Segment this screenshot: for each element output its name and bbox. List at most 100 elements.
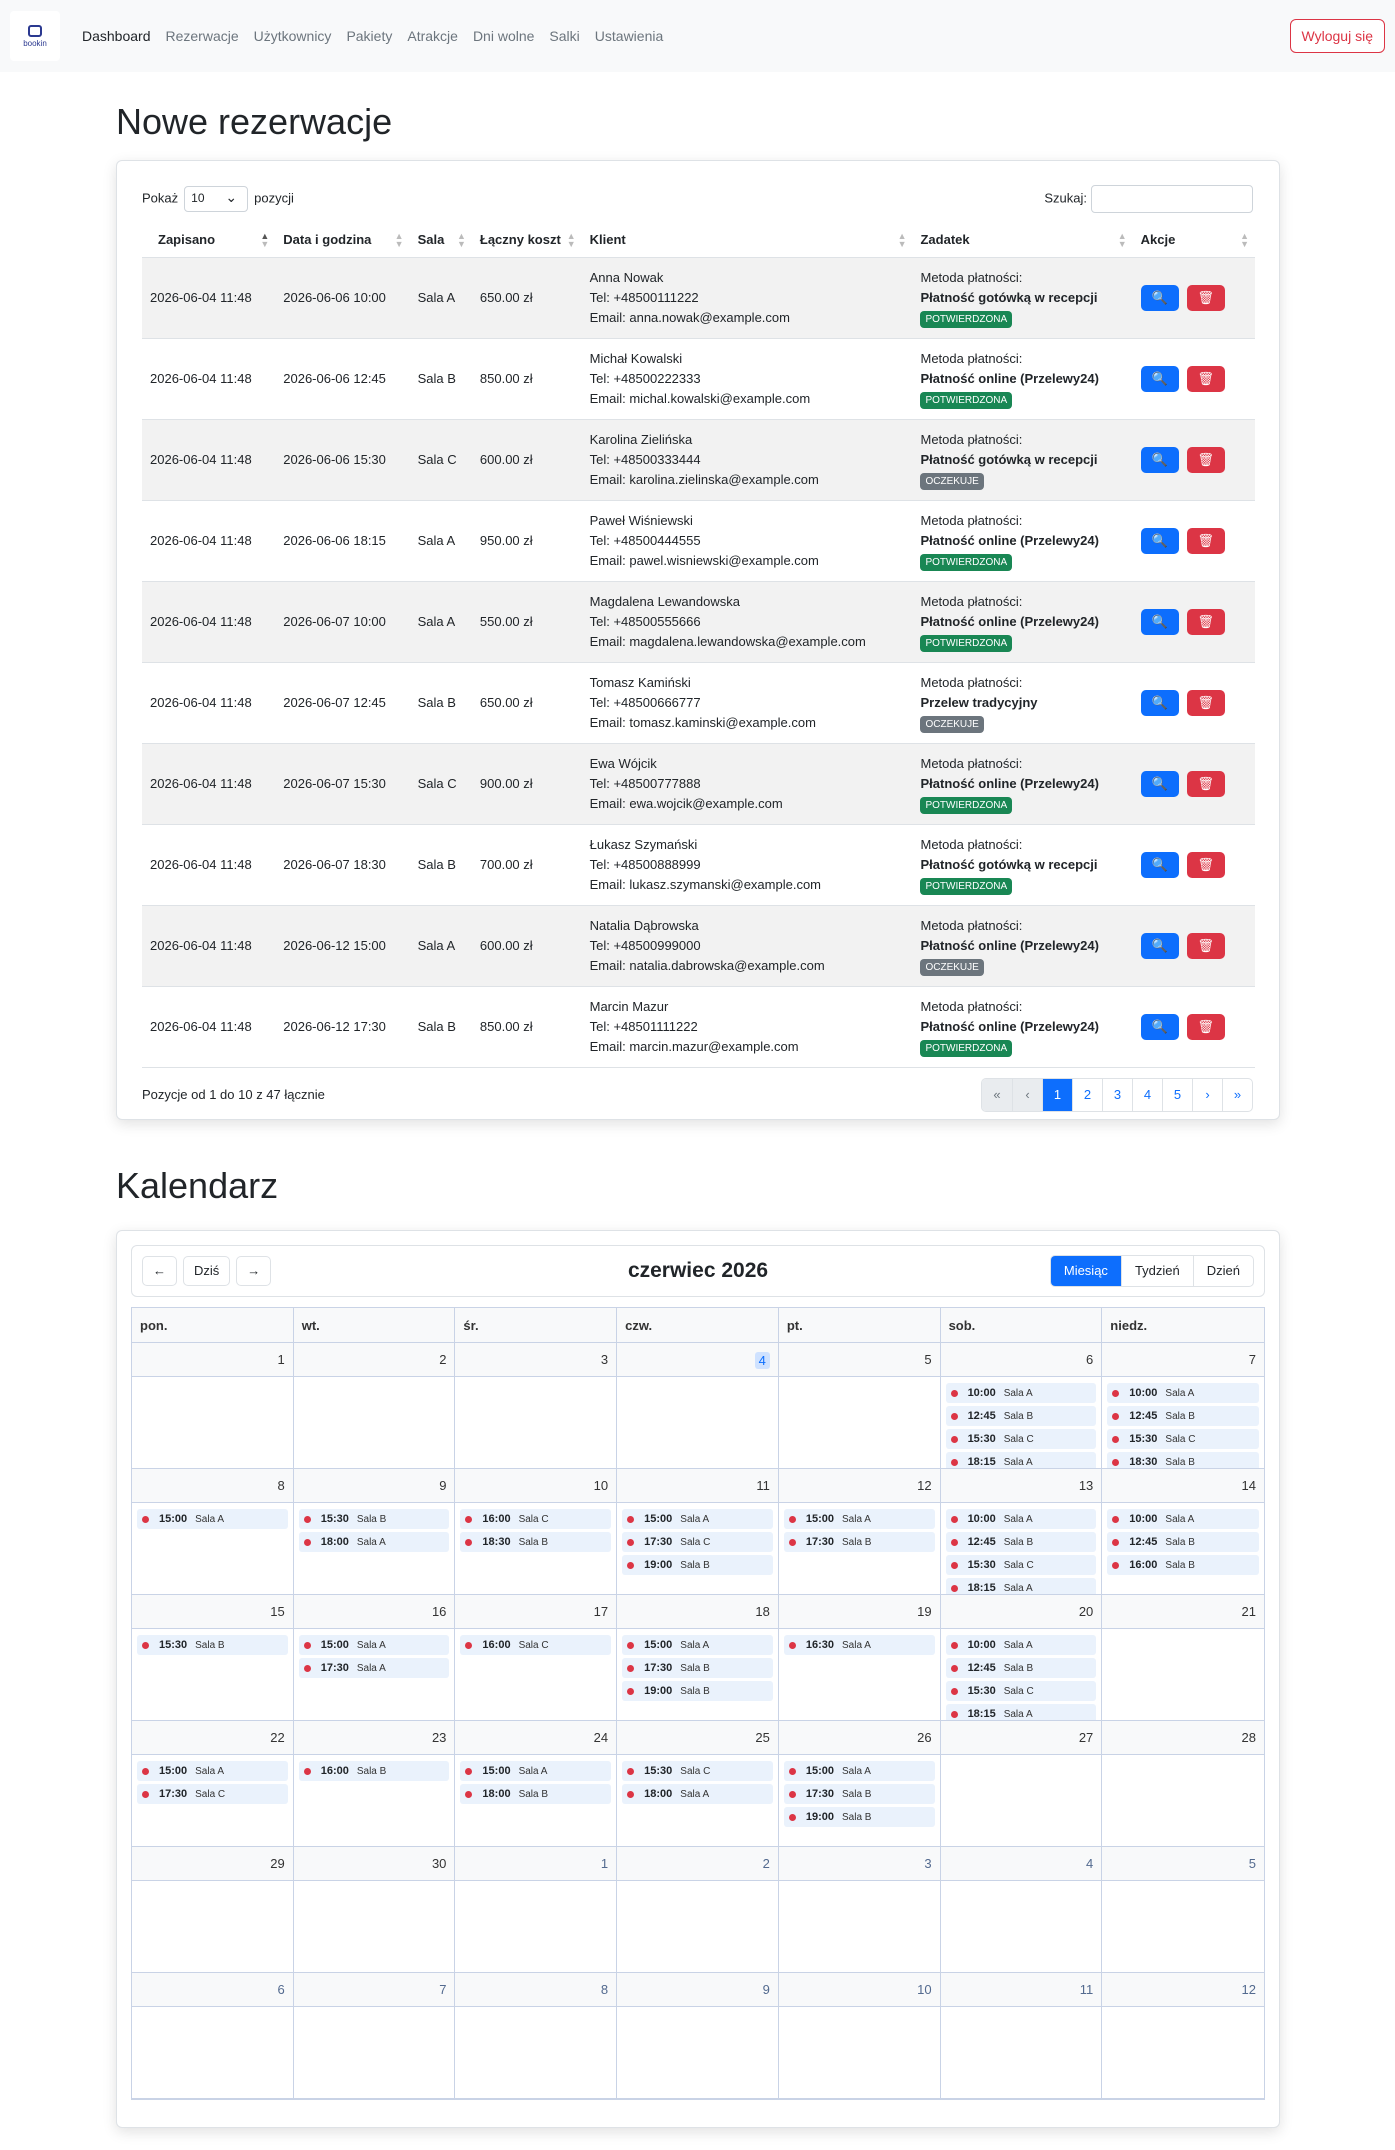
event[interactable]: 10:00 Sala A (1107, 1509, 1259, 1529)
event[interactable]: 12:45 Sala B (945, 1658, 1097, 1678)
event[interactable]: 17:30 Sala A (298, 1658, 450, 1678)
delete-button[interactable]: 🗑 (1186, 851, 1225, 878)
day-cell[interactable]: 19 16:30 Sala A (778, 1595, 941, 1721)
event[interactable]: 15:00 Sala A (298, 1635, 450, 1655)
delete-button[interactable]: 🗑 (1186, 527, 1225, 554)
prev-month-button[interactable]: ← (142, 1256, 177, 1286)
event[interactable]: 15:30 Sala B (137, 1635, 288, 1655)
event[interactable]: 15:30 Sala C (1107, 1429, 1259, 1449)
view-button[interactable]: 🔍 (1140, 446, 1179, 473)
event[interactable]: 16:00 Sala B (298, 1761, 450, 1781)
day-cell[interactable]: 4 (940, 1847, 1103, 1973)
nav-item-5[interactable]: Dni wolne (473, 28, 534, 44)
event[interactable]: 19:00 Sala B (783, 1807, 935, 1827)
event[interactable]: 18:15 Sala A (945, 1704, 1097, 1720)
day-cell[interactable]: 8 (455, 1973, 618, 2099)
day-cell[interactable]: 13 10:00 Sala A 12:45 Sala B 15:30 Sala C 18:15… (940, 1469, 1103, 1595)
event[interactable]: 12:45 Sala B (945, 1406, 1097, 1426)
page-size-select[interactable]: 10 (184, 186, 249, 212)
nav-item-3[interactable]: Pakiety (346, 28, 392, 44)
view-button[interactable]: 🔍 (1140, 770, 1179, 797)
page-link[interactable]: 2 (1072, 1078, 1102, 1111)
delete-button[interactable]: 🗑 (1186, 770, 1225, 797)
page-link[interactable]: » (1222, 1078, 1252, 1111)
event[interactable]: 17:30 Sala C (622, 1532, 773, 1552)
event[interactable]: 19:00 Sala B (622, 1681, 773, 1701)
column-header[interactable]: Łączny koszt ▲ ▼ (471, 223, 582, 258)
page-link[interactable]: 3 (1102, 1078, 1132, 1111)
event[interactable]: 19:00 Sala B (622, 1555, 773, 1575)
nav-item-4[interactable]: Atrakcje (407, 28, 458, 44)
day-cell[interactable]: 1 (455, 1847, 618, 1973)
day-cell[interactable]: 12 15:00 Sala A 17:30 Sala B (778, 1469, 941, 1595)
column-header[interactable]: Akcje ▲ ▼ (1132, 223, 1255, 258)
column-header[interactable]: Zapisano ▲ ▼ (142, 223, 276, 258)
event[interactable]: 18:00 Sala B (460, 1784, 612, 1804)
view-button[interactable]: 🔍 (1140, 365, 1179, 392)
day-cell[interactable]: 21 (1102, 1595, 1264, 1721)
day-cell[interactable]: 18 15:00 Sala A 17:30 Sala B 19:00 Sala B (617, 1595, 779, 1721)
event[interactable]: 15:00 Sala A (137, 1761, 288, 1781)
event[interactable]: 17:30 Sala B (622, 1658, 773, 1678)
day-cell[interactable]: 6 10:00 Sala A 12:45 Sala B 15:30 Sala C 18:15 S… (940, 1343, 1103, 1469)
event[interactable]: 15:30 Sala B (298, 1509, 450, 1529)
event[interactable]: 10:00 Sala A (945, 1635, 1097, 1655)
view-button[interactable]: 🔍 (1140, 689, 1179, 716)
today-button[interactable]: Dziś (183, 1256, 231, 1286)
column-header[interactable]: Sala ▲ ▼ (409, 223, 472, 258)
day-cell[interactable]: 27 (940, 1721, 1103, 1847)
event[interactable]: 15:30 Sala C (622, 1761, 773, 1781)
day-cell[interactable]: 29 (132, 1847, 294, 1973)
search-input[interactable] (1091, 185, 1253, 213)
event[interactable]: 16:00 Sala C (460, 1509, 612, 1529)
day-cell[interactable]: 24 15:00 Sala A 18:00 Sala B (455, 1721, 618, 1847)
event[interactable]: 15:00 Sala A (137, 1509, 288, 1529)
day-cell[interactable]: 3 (455, 1343, 618, 1469)
column-header[interactable]: Zadatek ▲ ▼ (912, 223, 1133, 258)
delete-button[interactable]: 🗑 (1186, 284, 1225, 311)
view-button[interactable]: 🔍 (1140, 851, 1179, 878)
event[interactable]: 16:30 Sala A (783, 1635, 935, 1655)
day-cell[interactable]: 11 15:00 Sala A 17:30 Sala C 19:00 Sala B (617, 1469, 779, 1595)
event[interactable]: 16:00 Sala B (1107, 1555, 1259, 1575)
day-cell[interactable]: 9 15:30 Sala B 18:00 Sala A (293, 1469, 456, 1595)
event[interactable]: 18:30 Sala B (460, 1532, 612, 1552)
day-cell[interactable]: 15 15:30 Sala B (132, 1595, 294, 1721)
event[interactable]: 15:00 Sala A (622, 1635, 773, 1655)
event[interactable]: 17:30 Sala C (137, 1784, 288, 1804)
event[interactable]: 18:15 Sala A (945, 1578, 1097, 1594)
app-logo[interactable]: bookin (10, 11, 60, 61)
view-button[interactable]: 🔍 (1140, 1013, 1179, 1040)
event[interactable]: 12:45 Sala B (945, 1532, 1097, 1552)
column-header[interactable]: Data i godzina ▲ ▼ (275, 223, 410, 258)
day-cell[interactable]: 4 (617, 1343, 779, 1469)
event[interactable]: 18:30 Sala B (1107, 1452, 1259, 1468)
event[interactable]: 15:30 Sala C (945, 1555, 1097, 1575)
page-link[interactable]: 5 (1162, 1078, 1192, 1111)
day-cell[interactable]: 25 15:30 Sala C 18:00 Sala A (617, 1721, 779, 1847)
day-cell[interactable]: 7 (293, 1973, 456, 2099)
day-cell[interactable]: 12 (1102, 1973, 1264, 2099)
nav-item-7[interactable]: Ustawienia (595, 28, 663, 44)
day-cell[interactable]: 30 (293, 1847, 456, 1973)
delete-button[interactable]: 🗑 (1186, 932, 1225, 959)
event[interactable]: 15:30 Sala C (945, 1429, 1097, 1449)
event[interactable]: 15:00 Sala A (460, 1761, 612, 1781)
delete-button[interactable]: 🗑 (1186, 689, 1225, 716)
event[interactable]: 16:00 Sala C (460, 1635, 612, 1655)
day-cell[interactable]: 9 (617, 1973, 779, 2099)
column-header[interactable]: Klient ▲ ▼ (581, 223, 913, 258)
view-button[interactable]: 🔍 (1140, 932, 1179, 959)
day-cell[interactable]: 23 16:00 Sala B (293, 1721, 456, 1847)
event[interactable]: 10:00 Sala A (945, 1383, 1097, 1403)
day-cell[interactable]: 5 (1102, 1847, 1264, 1973)
page-link[interactable]: › (1192, 1078, 1222, 1111)
day-cell[interactable]: 26 15:00 Sala A 17:30 Sala B 19:00 Sala B (778, 1721, 941, 1847)
delete-button[interactable]: 🗑 (1186, 608, 1225, 635)
view-button[interactable]: 🔍 (1140, 284, 1179, 311)
event[interactable]: 10:00 Sala A (1107, 1383, 1259, 1403)
event[interactable]: 15:00 Sala A (783, 1761, 935, 1781)
delete-button[interactable]: 🗑 (1186, 1013, 1225, 1040)
delete-button[interactable]: 🗑 (1186, 446, 1225, 473)
nav-item-0[interactable]: Dashboard (82, 28, 151, 44)
